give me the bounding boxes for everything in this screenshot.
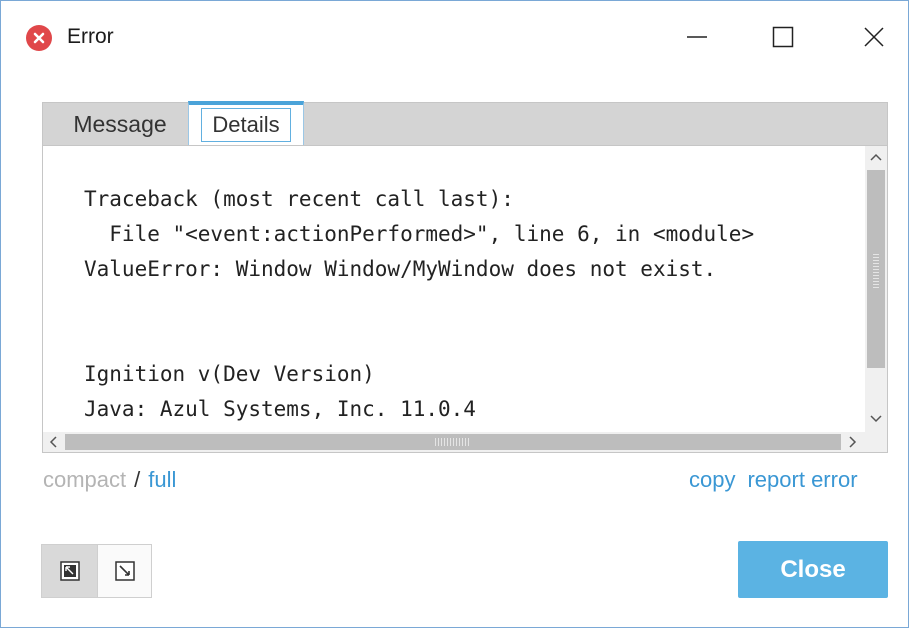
scroll-down-button[interactable]: [865, 408, 887, 430]
view-mode-links: compact / full: [43, 467, 176, 493]
error-icon: [26, 25, 52, 51]
tab-details[interactable]: Details: [188, 101, 304, 145]
trace-line: ValueError: Window Window/MyWindow does …: [84, 257, 717, 281]
chevron-left-icon: [49, 436, 57, 448]
close-button[interactable]: Close: [738, 541, 888, 598]
tab-details-label: Details: [201, 108, 291, 142]
collapse-icon: [59, 561, 80, 581]
trace-line: File "<event:actionPerformed>", line 6, …: [84, 222, 755, 246]
display-toggle-group: [41, 544, 152, 598]
tab-strip: Message Details: [42, 101, 888, 146]
trace-line: Ignition v(Dev Version): [84, 362, 375, 386]
maximize-button[interactable]: [753, 15, 813, 59]
compact-link[interactable]: compact: [43, 467, 126, 492]
grip-icon: [873, 254, 879, 288]
chevron-up-icon: [870, 153, 882, 161]
action-links: copy report error: [689, 467, 858, 493]
maximize-icon: [772, 26, 794, 48]
minimize-icon: [687, 36, 707, 38]
expand-toggle-button[interactable]: [97, 545, 152, 597]
tab-message[interactable]: Message: [55, 103, 185, 146]
scroll-left-button[interactable]: [43, 432, 63, 452]
report-error-link[interactable]: report error: [747, 467, 857, 492]
trace-line: Java: Azul Systems, Inc. 11.0.4: [84, 397, 476, 421]
window-title: Error: [67, 25, 114, 48]
collapse-toggle-button[interactable]: [42, 545, 98, 597]
close-window-button[interactable]: [844, 15, 904, 59]
grip-icon: [435, 438, 469, 446]
details-panel: Traceback (most recent call last): File …: [42, 145, 888, 453]
scroll-corner: [865, 432, 887, 452]
vertical-scroll-thumb[interactable]: [867, 170, 885, 368]
minimize-button[interactable]: [667, 15, 727, 59]
view-mode-separator: /: [134, 467, 141, 492]
chevron-right-icon: [849, 436, 857, 448]
chevron-down-icon: [870, 415, 882, 423]
scroll-up-button[interactable]: [865, 146, 887, 168]
scroll-right-button[interactable]: [843, 432, 863, 452]
error-dialog: Error Message Details Traceback (most re…: [0, 0, 909, 628]
full-link[interactable]: full: [148, 467, 176, 492]
horizontal-scrollbar[interactable]: [43, 432, 865, 452]
horizontal-scroll-thumb[interactable]: [65, 434, 841, 450]
traceback-text: Traceback (most recent call last): File …: [84, 182, 754, 427]
trace-line: Traceback (most recent call last):: [84, 187, 514, 211]
vertical-scrollbar[interactable]: [865, 146, 887, 432]
title-bar: Error: [1, 1, 908, 73]
close-icon: [864, 27, 884, 47]
expand-icon: [114, 561, 135, 581]
copy-link[interactable]: copy: [689, 467, 735, 492]
